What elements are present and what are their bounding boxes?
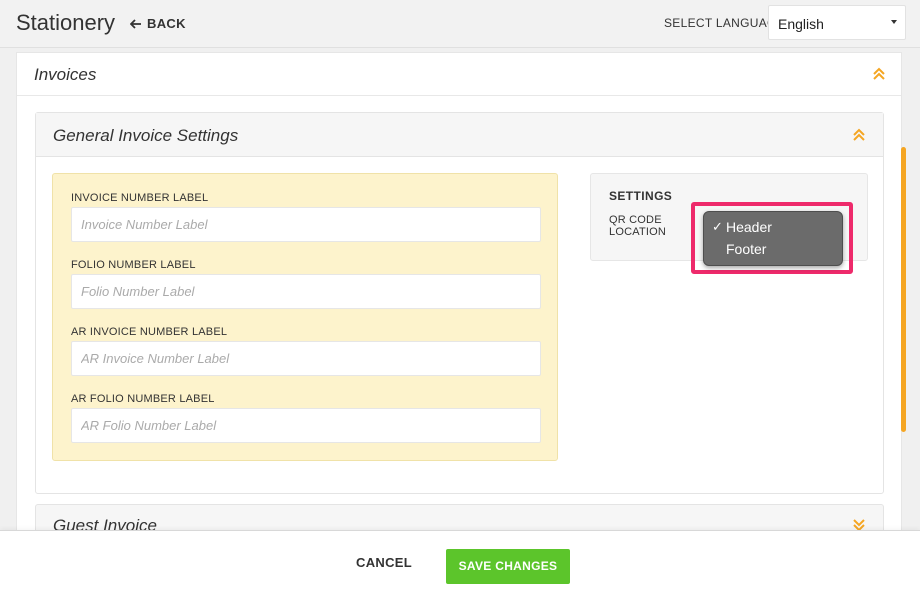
- general-invoice-settings-title: General Invoice Settings: [53, 126, 239, 145]
- invoice-labels-box: INVOICE NUMBER LABEL FOLIO NUMBER LABEL …: [52, 173, 558, 461]
- dropdown-option-footer[interactable]: Footer: [704, 238, 842, 260]
- invoices-header[interactable]: Invoices: [17, 53, 901, 96]
- qr-location-dropdown-menu: ✓ Header Footer: [703, 211, 843, 266]
- general-invoice-settings-card: General Invoice Settings INVOICE NUMBER …: [35, 112, 884, 494]
- page-title: Stationery: [16, 10, 116, 35]
- invoice-number-input[interactable]: [71, 207, 541, 242]
- scrollbar-thumb[interactable]: [901, 147, 906, 432]
- invoice-number-label: INVOICE NUMBER LABEL: [71, 192, 209, 204]
- save-changes-button[interactable]: SAVE CHANGES: [446, 549, 570, 584]
- language-value: English: [778, 16, 824, 32]
- double-chevron-up-icon[interactable]: [852, 128, 866, 142]
- ar-invoice-number-input[interactable]: [71, 341, 541, 376]
- ar-invoice-number-label: AR INVOICE NUMBER LABEL: [71, 326, 228, 338]
- ar-folio-number-input[interactable]: [71, 408, 541, 443]
- double-chevron-up-icon[interactable]: [872, 67, 886, 81]
- invoices-title: Invoices: [34, 65, 97, 84]
- folio-number-label: FOLIO NUMBER LABEL: [71, 259, 196, 271]
- ar-folio-number-label: AR FOLIO NUMBER LABEL: [71, 393, 215, 405]
- dropdown-option-label: Footer: [726, 241, 767, 257]
- back-button[interactable]: BACK: [130, 16, 186, 31]
- folio-number-input[interactable]: [71, 274, 541, 309]
- footer-bar: CANCEL SAVE CHANGES: [0, 530, 920, 595]
- caret-down-icon: [891, 20, 897, 24]
- top-bar: Stationery BACK SELECT LANGUAGE English: [0, 0, 920, 48]
- checkmark-icon: ✓: [712, 219, 723, 234]
- dropdown-option-label: Header: [726, 219, 772, 235]
- qr-code-location-label: QR CODE LOCATION: [609, 214, 667, 238]
- general-invoice-settings-header[interactable]: General Invoice Settings: [36, 113, 883, 157]
- dropdown-option-header[interactable]: ✓ Header: [704, 216, 842, 238]
- cancel-button[interactable]: CANCEL: [356, 555, 412, 570]
- language-label: SELECT LANGUAGE: [664, 16, 785, 30]
- language-select[interactable]: English: [768, 5, 906, 40]
- back-label: BACK: [147, 16, 186, 31]
- settings-title: SETTINGS: [609, 189, 673, 203]
- arrow-left-icon: [130, 18, 141, 29]
